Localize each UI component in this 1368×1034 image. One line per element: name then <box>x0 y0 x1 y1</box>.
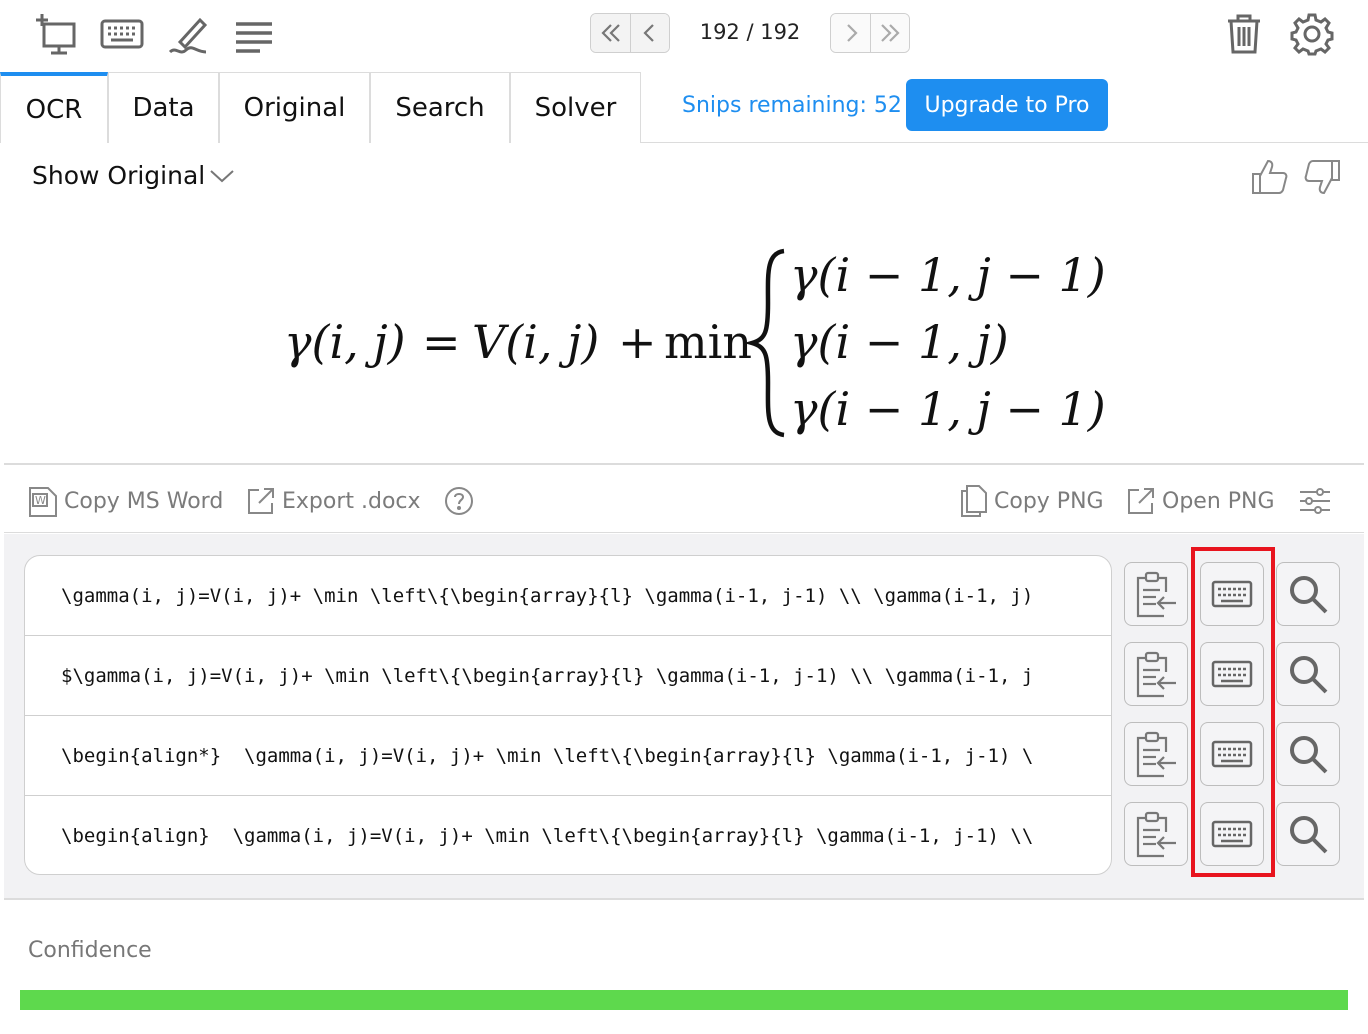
menu-icon[interactable] <box>232 12 276 56</box>
latex-result-row[interactable]: \begin{align} \gamma(i, j)=V(i, j)+ \min… <box>25 796 1111 874</box>
clipboard-paste-icon <box>1136 811 1176 858</box>
external-link-icon <box>248 488 274 514</box>
export-docx-label: Export .docx <box>282 488 421 514</box>
trash-icon[interactable] <box>1222 12 1266 56</box>
svg-text:V(i, j): V(i, j) <box>472 315 599 369</box>
confidence-label: Confidence <box>28 938 152 963</box>
handwriting-icon[interactable] <box>166 12 210 56</box>
nav-forward-group <box>830 13 910 53</box>
svg-text:γ(i − 1, j): γ(i − 1, j) <box>790 315 1009 369</box>
page-counter: 192 / 192 <box>699 20 801 44</box>
latex-result-row[interactable]: $\gamma(i, j)=V(i, j)+ \min \left\{\begi… <box>25 636 1111 716</box>
export-docx-button[interactable]: Export .docx <box>246 483 421 519</box>
svg-text:=: = <box>422 315 461 369</box>
latex-results-panel: \gamma(i, j)=V(i, j)+ \min \left\{\begin… <box>4 534 1364 900</box>
svg-text:γ(i − 1, j − 1): γ(i − 1, j − 1) <box>790 248 1106 302</box>
next-page-button[interactable] <box>831 14 870 52</box>
settings-sliders-icon[interactable] <box>1298 483 1332 519</box>
equation-preview: Show Original γ(i, j) = V(i, j) + min γ(… <box>4 143 1364 465</box>
search-result-button[interactable] <box>1276 722 1340 786</box>
first-page-button[interactable] <box>591 14 630 52</box>
tab-original[interactable]: Original <box>219 72 370 143</box>
confidence-bar <box>20 990 1348 1010</box>
search-icon <box>1290 656 1328 694</box>
nav-back-group <box>590 13 670 53</box>
clipboard-paste-icon <box>1136 651 1176 698</box>
latex-result-row[interactable]: \gamma(i, j)=V(i, j)+ \min \left\{\begin… <box>25 556 1111 636</box>
tab-data[interactable]: Data <box>108 72 219 143</box>
svg-text:γ(i − 1, j − 1): γ(i − 1, j − 1) <box>790 382 1106 436</box>
gear-icon[interactable] <box>1290 12 1334 56</box>
latex-results-list: \gamma(i, j)=V(i, j)+ \min \left\{\begin… <box>24 555 1112 875</box>
confidence-bar-fill <box>20 990 1348 1010</box>
svg-text:min: min <box>664 315 752 369</box>
svg-text:γ(i, j): γ(i, j) <box>284 315 406 369</box>
clipboard-paste-icon <box>1136 731 1176 778</box>
copy-ms-word-label: Copy MS Word <box>64 488 224 514</box>
keyboard-icon[interactable] <box>100 12 144 56</box>
copy-document-icon <box>961 485 987 517</box>
previous-page-button[interactable] <box>630 14 669 52</box>
search-icon <box>1290 576 1328 614</box>
search-result-button[interactable] <box>1276 802 1340 866</box>
copy-to-clipboard-button[interactable] <box>1124 722 1188 786</box>
clipboard-paste-icon <box>1136 571 1176 618</box>
last-page-button[interactable] <box>870 14 909 52</box>
search-icon <box>1290 736 1328 774</box>
search-icon <box>1290 816 1328 854</box>
keyboard-column-highlight <box>1191 547 1275 877</box>
copy-ms-word-button[interactable]: W Copy MS Word <box>28 483 223 519</box>
copy-png-button[interactable]: Copy PNG <box>960 483 1104 519</box>
search-result-button[interactable] <box>1276 562 1340 626</box>
tab-search[interactable]: Search <box>370 72 510 143</box>
word-document-icon: W <box>29 487 57 517</box>
export-action-bar: W Copy MS Word Export .docx Copy PNG Ope… <box>4 465 1364 533</box>
copy-to-clipboard-button[interactable] <box>1124 802 1188 866</box>
svg-text:W: W <box>35 494 46 507</box>
copy-to-clipboard-button[interactable] <box>1124 562 1188 626</box>
snips-remaining: Snips remaining: 52 <box>682 93 902 118</box>
svg-text:+: + <box>618 315 657 369</box>
copy-to-clipboard-button[interactable] <box>1124 642 1188 706</box>
rendered-equation: γ(i, j) = V(i, j) + min γ(i − 1, j − 1) … <box>284 248 1106 438</box>
external-link-icon <box>1128 488 1154 514</box>
open-png-button[interactable]: Open PNG <box>1126 483 1275 519</box>
latex-result-row[interactable]: \begin{align*} \gamma(i, j)=V(i, j)+ \mi… <box>25 716 1111 796</box>
top-toolbar: 192 / 192 <box>0 0 1368 70</box>
copy-png-label: Copy PNG <box>994 488 1104 514</box>
tab-solver[interactable]: Solver <box>510 72 641 143</box>
tab-ocr[interactable]: OCR <box>0 72 108 143</box>
help-icon[interactable] <box>444 483 474 519</box>
upgrade-button[interactable]: Upgrade to Pro <box>906 79 1108 131</box>
search-result-button[interactable] <box>1276 642 1340 706</box>
open-png-label: Open PNG <box>1162 488 1275 514</box>
new-screenshot-icon[interactable] <box>34 12 78 56</box>
